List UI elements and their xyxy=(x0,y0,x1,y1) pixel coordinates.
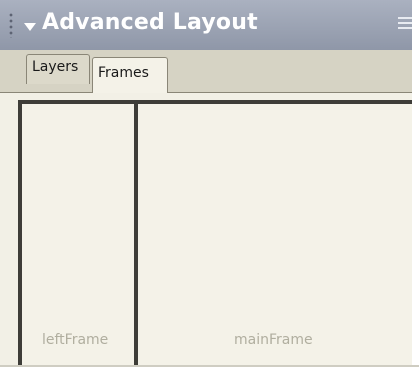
panel-title-bar[interactable]: Advanced Layout xyxy=(0,0,412,50)
panel-title[interactable]: Advanced Layout xyxy=(42,10,258,35)
frameset-preview: leftFrame mainFrame xyxy=(18,100,412,367)
tab-frames[interactable]: Frames xyxy=(92,57,168,93)
tab-strip: Layers Frames xyxy=(0,50,412,93)
frames-content-area: leftFrame mainFrame xyxy=(0,93,412,367)
options-menu-icon[interactable] xyxy=(398,17,412,33)
grip-dots-icon[interactable] xyxy=(8,12,14,38)
frame-divider xyxy=(134,104,138,367)
tab-layers[interactable]: Layers xyxy=(26,54,90,84)
left-frame-label[interactable]: leftFrame xyxy=(42,332,108,348)
main-frame-label[interactable]: mainFrame xyxy=(234,332,313,348)
advanced-layout-panel: Advanced Layout Layers Frames leftFrame … xyxy=(0,0,412,367)
triangle-down-icon[interactable] xyxy=(24,23,36,31)
